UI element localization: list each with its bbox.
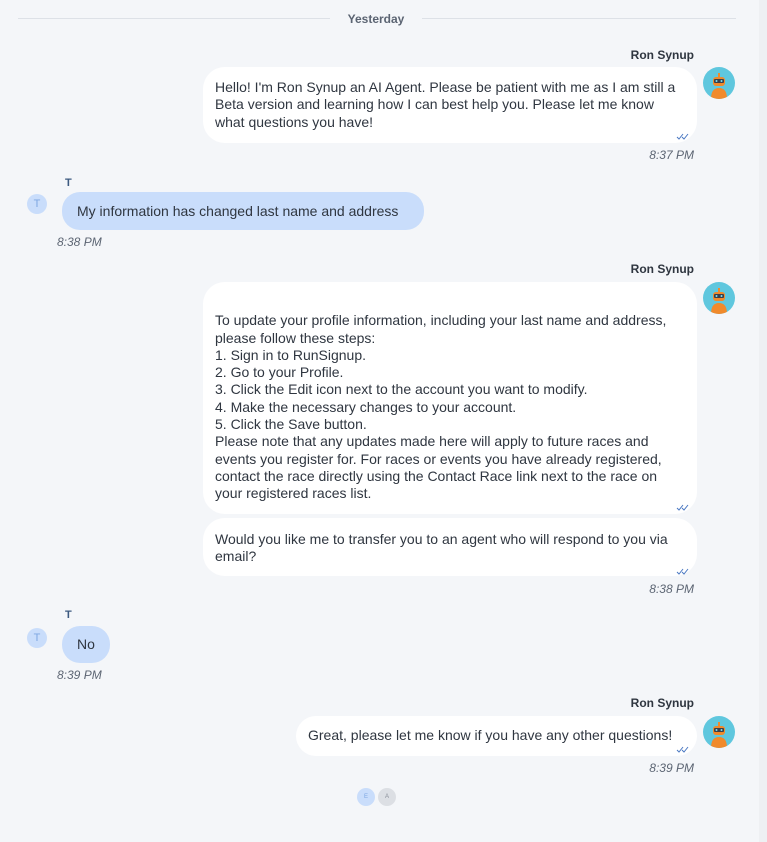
- message-timestamp: 8:39 PM: [649, 761, 694, 775]
- bot-avatar-icon: [703, 716, 735, 748]
- read-receipt-icon: [676, 746, 689, 753]
- message-text: My information has changed last name and…: [77, 203, 399, 219]
- bot-avatar-icon: [703, 67, 735, 99]
- message-timestamp: 8:37 PM: [649, 148, 694, 162]
- agent-message-bubble[interactable]: Would you like me to transfer you to an …: [203, 518, 697, 576]
- seen-avatar: E: [357, 788, 375, 806]
- user-message-bubble[interactable]: My information has changed last name and…: [62, 192, 424, 230]
- divider-left: [18, 18, 330, 19]
- seen-avatar: A: [378, 788, 396, 806]
- read-receipt-icon: [676, 133, 689, 140]
- message-timestamp: 8:38 PM: [57, 235, 102, 249]
- message-text: Great, please let me know if you have an…: [308, 727, 673, 743]
- message-timestamp: 8:38 PM: [649, 582, 694, 596]
- date-label: Yesterday: [347, 12, 405, 26]
- sender-name: Ron Synup: [630, 262, 694, 276]
- user-avatar: T: [27, 628, 47, 648]
- message-text: To update your profile information, incl…: [215, 312, 667, 502]
- sender-initial: T: [65, 177, 72, 189]
- agent-message-bubble[interactable]: Great, please let me know if you have an…: [296, 716, 697, 756]
- agent-message-bubble[interactable]: To update your profile information, incl…: [203, 282, 697, 514]
- bot-avatar-icon: [703, 282, 735, 314]
- message-text: Hello! I'm Ron Synup an AI Agent. Please…: [215, 79, 676, 130]
- agent-message-bubble[interactable]: Hello! I'm Ron Synup an AI Agent. Please…: [203, 67, 697, 143]
- scrollbar[interactable]: [759, 0, 767, 842]
- user-message-bubble[interactable]: No: [62, 626, 110, 663]
- message-text: Would you like me to transfer you to an …: [215, 531, 668, 565]
- sender-name: Ron Synup: [630, 696, 694, 710]
- user-avatar: T: [27, 194, 47, 214]
- read-receipt-icon: [676, 504, 689, 511]
- message-text: No: [77, 636, 95, 652]
- divider-right: [422, 18, 736, 19]
- read-receipt-icon: [676, 568, 689, 575]
- sender-initial: T: [65, 609, 72, 621]
- message-timestamp: 8:39 PM: [57, 668, 102, 682]
- sender-name: Ron Synup: [630, 48, 694, 62]
